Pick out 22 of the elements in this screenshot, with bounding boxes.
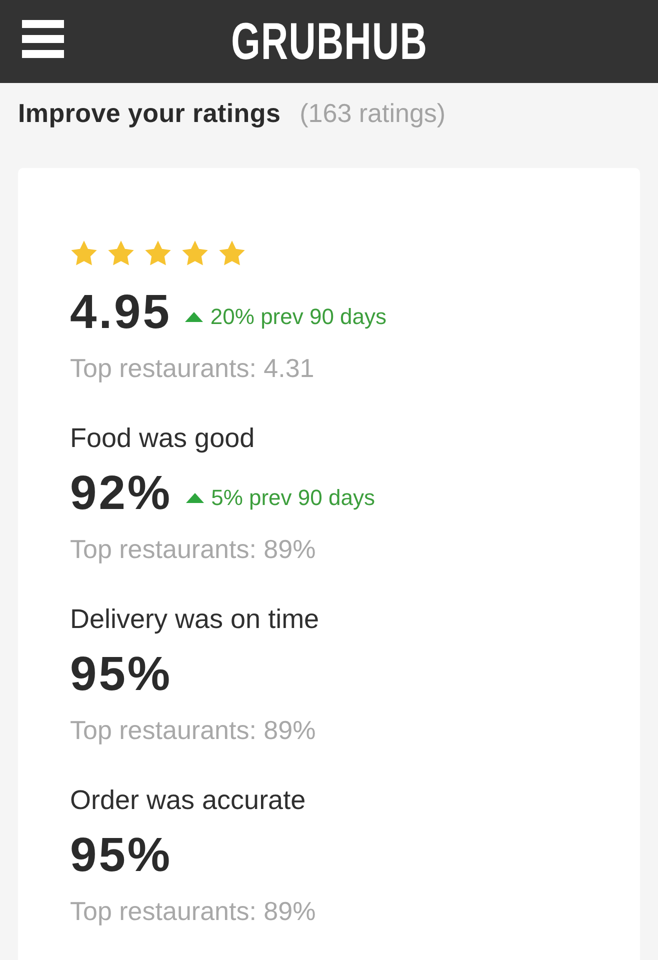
star-icon (218, 240, 246, 266)
star-icon (70, 240, 98, 266)
metric-label: Order was accurate (70, 785, 306, 815)
benchmark-text: Top restaurants: 4.31 (70, 353, 314, 383)
metric-label: Delivery was on time (70, 604, 320, 634)
ratings-count: (163 ratings) (300, 98, 446, 128)
metric-value: 95% (70, 649, 172, 701)
benchmark-text: Top restaurants: 89% (70, 715, 316, 745)
trend-text: 5% prev 90 days (211, 485, 375, 511)
menu-icon[interactable] (22, 20, 64, 58)
star-icon (144, 240, 172, 266)
logo-text[interactable]: GRUBHUB (230, 16, 428, 68)
metric-value: 4.95 (70, 287, 172, 339)
benchmark-text: Top restaurants: 89% (70, 534, 316, 564)
metric-label: Food was good (70, 423, 255, 453)
star-icon (107, 240, 135, 266)
benchmark-text: Top restaurants: 89% (70, 896, 316, 926)
metric-value: 92% (70, 468, 172, 520)
metric-value: 95% (70, 830, 172, 882)
page-title: Improve your ratings (18, 98, 281, 128)
trend-text: 20% prev 90 days (210, 304, 387, 330)
star-icon (181, 240, 209, 266)
